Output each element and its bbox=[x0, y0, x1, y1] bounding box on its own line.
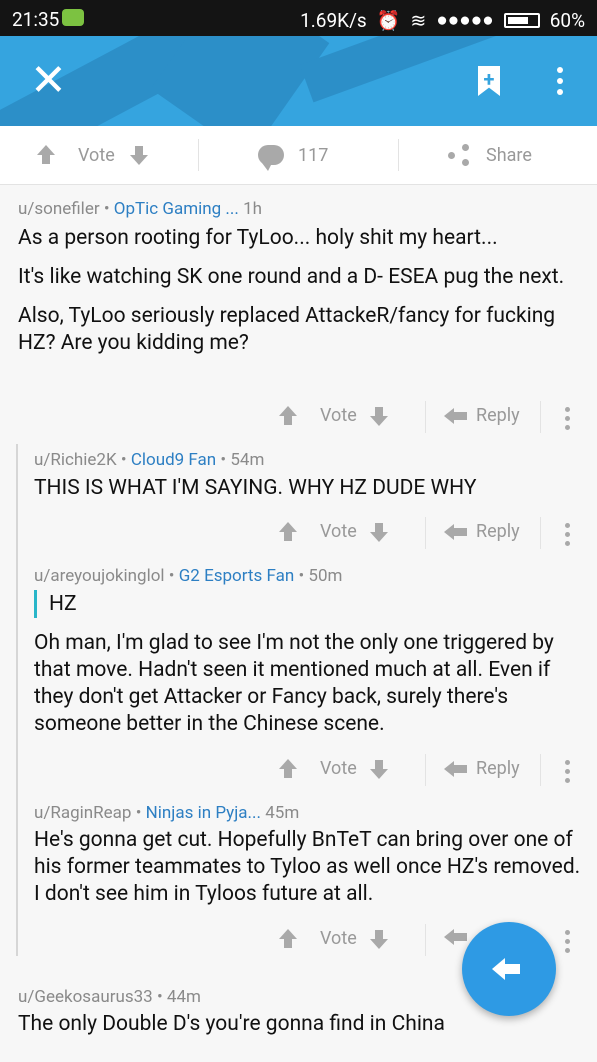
comment-body: As a person rooting for TyLoo... holy sh… bbox=[18, 226, 565, 355]
comment-icon bbox=[258, 145, 284, 171]
more-options-icon[interactable] bbox=[553, 64, 567, 100]
comment-meta: u/Richie2K • Cloud9 Fan • 54m bbox=[34, 450, 265, 470]
upvote-icon[interactable] bbox=[36, 145, 56, 165]
comment-meta: u/areyoujokinglol • G2 Esports Fan • 50m bbox=[34, 566, 343, 586]
comment-author[interactable]: u/areyoujokinglol bbox=[34, 566, 165, 586]
reply-icon bbox=[444, 407, 468, 425]
battery-icon bbox=[503, 12, 540, 28]
share-label: Share bbox=[486, 144, 532, 166]
comment-body: He's gonna get cut. Hopefully BnTeT can … bbox=[34, 828, 581, 906]
downvote-icon[interactable] bbox=[369, 759, 389, 779]
downvote-icon[interactable] bbox=[369, 929, 389, 949]
post-vote-label: Vote bbox=[78, 144, 115, 166]
comment-time: 1h bbox=[243, 199, 263, 219]
comment-body: Oh man, I'm glad to see I'm not the only… bbox=[34, 631, 554, 736]
comment-time: 50m bbox=[308, 566, 343, 586]
alarm-icon: ⏰ bbox=[376, 8, 401, 32]
more-icon[interactable] bbox=[565, 407, 571, 434]
upvote-icon[interactable] bbox=[278, 758, 298, 779]
comments-count: 117 bbox=[298, 144, 329, 166]
downvote-icon[interactable] bbox=[129, 145, 149, 165]
floating-reply-button[interactable] bbox=[462, 922, 556, 1016]
comment-meta: u/sonefiler • OpTic Gaming ... 1h bbox=[18, 199, 263, 219]
comment-action-bar: Vote Reply bbox=[278, 399, 588, 435]
comment-author[interactable]: u/Richie2K bbox=[34, 450, 117, 470]
app-notification-icon bbox=[62, 9, 84, 26]
post-action-bar: Vote 117 Share bbox=[0, 126, 597, 185]
downvote-icon[interactable] bbox=[369, 522, 389, 542]
user-flair: Ninjas in Pyja... bbox=[145, 803, 261, 823]
user-flair: Cloud9 Fan bbox=[130, 450, 217, 470]
user-flair: OpTic Gaming ... bbox=[113, 199, 239, 219]
signal-icon: ●●●●● bbox=[436, 8, 494, 31]
share-button[interactable]: Share bbox=[448, 126, 532, 184]
reply-button[interactable]: Reply bbox=[444, 521, 520, 542]
reply-button[interactable] bbox=[444, 928, 468, 946]
comment-author[interactable]: u/RaginReap bbox=[34, 803, 131, 823]
comment-action-bar: Vote Reply bbox=[278, 752, 588, 788]
comment-body: The only Double D's you're gonna find in… bbox=[18, 1012, 445, 1036]
wifi-icon: ≋ bbox=[410, 8, 427, 32]
reply-button[interactable]: Reply bbox=[444, 405, 520, 426]
more-icon[interactable] bbox=[565, 760, 571, 787]
blockquote: HZ bbox=[34, 590, 77, 618]
comment-body: THIS IS WHAT I'M SAYING. WHY HZ DUDE WHY bbox=[34, 476, 477, 500]
comments-button[interactable]: 117 bbox=[258, 126, 328, 184]
more-icon[interactable] bbox=[565, 930, 571, 957]
close-icon[interactable]: ✕ bbox=[30, 56, 67, 106]
app-header: ✕ + bbox=[0, 36, 597, 126]
reply-icon bbox=[444, 523, 468, 541]
post-vote-group: Vote bbox=[36, 126, 149, 184]
battery-level: 60% bbox=[549, 8, 585, 32]
status-bar: 21:35 1.69K/s ⏰ ≋ ●●●●● 60% bbox=[0, 0, 597, 36]
more-icon[interactable] bbox=[565, 523, 571, 550]
downvote-icon[interactable] bbox=[369, 406, 389, 426]
status-time: 21:35 bbox=[12, 8, 60, 31]
upvote-icon[interactable] bbox=[278, 928, 298, 949]
share-icon bbox=[448, 144, 470, 166]
comment-author[interactable]: u/sonefiler bbox=[18, 199, 100, 219]
comment-meta: u/Geekosaurus33 • 44m bbox=[18, 987, 201, 1007]
upvote-icon[interactable] bbox=[278, 521, 298, 542]
reply-icon bbox=[444, 928, 468, 946]
comment-action-bar: Vote Reply bbox=[278, 515, 588, 551]
reply-icon bbox=[444, 760, 468, 778]
bookmark-add-icon[interactable]: + bbox=[478, 66, 500, 96]
reply-icon bbox=[492, 956, 526, 982]
upvote-icon[interactable] bbox=[278, 405, 298, 426]
comment-time: 45m bbox=[265, 803, 300, 823]
comment-author[interactable]: u/Geekosaurus33 bbox=[18, 987, 153, 1007]
thread-indent-line bbox=[16, 444, 18, 956]
reply-button[interactable]: Reply bbox=[444, 758, 520, 779]
network-speed: 1.69K/s bbox=[300, 8, 367, 32]
user-flair: G2 Esports Fan bbox=[178, 566, 295, 586]
comment-time: 54m bbox=[230, 450, 265, 470]
comment-meta: u/RaginReap • Ninjas in Pyja... 45m bbox=[34, 803, 300, 823]
comment-time: 44m bbox=[166, 987, 201, 1007]
